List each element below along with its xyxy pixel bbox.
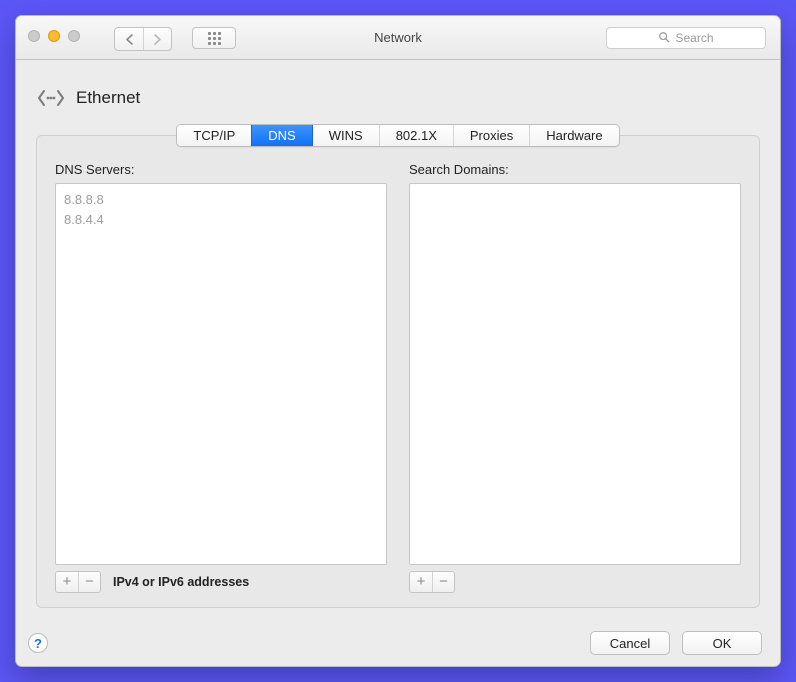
close-window-button[interactable] — [28, 30, 40, 42]
search-domains-column: Search Domains: + − — [409, 162, 741, 593]
dns-hint: IPv4 or IPv6 addresses — [113, 575, 249, 589]
add-search-domain-button[interactable]: + — [410, 572, 432, 592]
remove-search-domain-button[interactable]: − — [432, 572, 454, 592]
minimize-window-button[interactable] — [48, 30, 60, 42]
dns-servers-list[interactable]: 8.8.8.88.8.4.4 — [55, 183, 387, 565]
cancel-button[interactable]: Cancel — [590, 631, 670, 655]
dns-server-entry[interactable]: 8.8.8.8 — [64, 190, 378, 210]
tab-tcpip[interactable]: TCP/IP — [177, 125, 251, 146]
grid-icon — [208, 32, 221, 45]
ok-button[interactable]: OK — [682, 631, 762, 655]
search-icon — [658, 31, 670, 46]
dns-servers-column: DNS Servers: 8.8.8.88.8.4.4 + − IPv4 or … — [55, 162, 387, 593]
dns-server-entry[interactable]: 8.8.4.4 — [64, 210, 378, 230]
search-field[interactable]: Search — [606, 27, 766, 49]
search-domains-list[interactable] — [409, 183, 741, 565]
connection-header: Ethernet — [36, 76, 760, 120]
back-button[interactable] — [115, 28, 143, 50]
tab-hardware[interactable]: Hardware — [529, 125, 618, 146]
dns-panel: DNS Servers: 8.8.8.88.8.4.4 + − IPv4 or … — [36, 135, 760, 608]
tab-8021x[interactable]: 802.1X — [379, 125, 453, 146]
ethernet-icon — [36, 86, 66, 110]
dns-servers-label: DNS Servers: — [55, 162, 387, 177]
connection-name: Ethernet — [76, 88, 140, 108]
search-domains-pm: + − — [409, 571, 455, 593]
nav-group — [114, 27, 172, 51]
search-domains-label: Search Domains: — [409, 162, 741, 177]
network-preferences-window: Network Search Ethernet TCP/ — [15, 15, 781, 667]
search-placeholder: Search — [675, 31, 713, 45]
footer: ? Cancel OK — [16, 620, 780, 666]
add-dns-server-button[interactable]: + — [56, 572, 78, 592]
settings-tabbar: TCP/IP DNS WINS 802.1X Proxies Hardware — [176, 124, 619, 147]
help-button[interactable]: ? — [28, 633, 48, 653]
remove-dns-server-button[interactable]: − — [78, 572, 100, 592]
content-area: Ethernet TCP/IP DNS WINS 802.1X Proxies … — [16, 60, 780, 620]
window-controls — [28, 30, 80, 42]
tab-dns[interactable]: DNS — [251, 125, 311, 146]
dns-servers-pm: + − — [55, 571, 101, 593]
show-all-button[interactable] — [192, 27, 236, 49]
forward-button[interactable] — [143, 28, 171, 50]
zoom-window-button[interactable] — [68, 30, 80, 42]
tab-proxies[interactable]: Proxies — [453, 125, 529, 146]
tab-wins[interactable]: WINS — [312, 125, 379, 146]
titlebar: Network Search — [16, 16, 780, 60]
